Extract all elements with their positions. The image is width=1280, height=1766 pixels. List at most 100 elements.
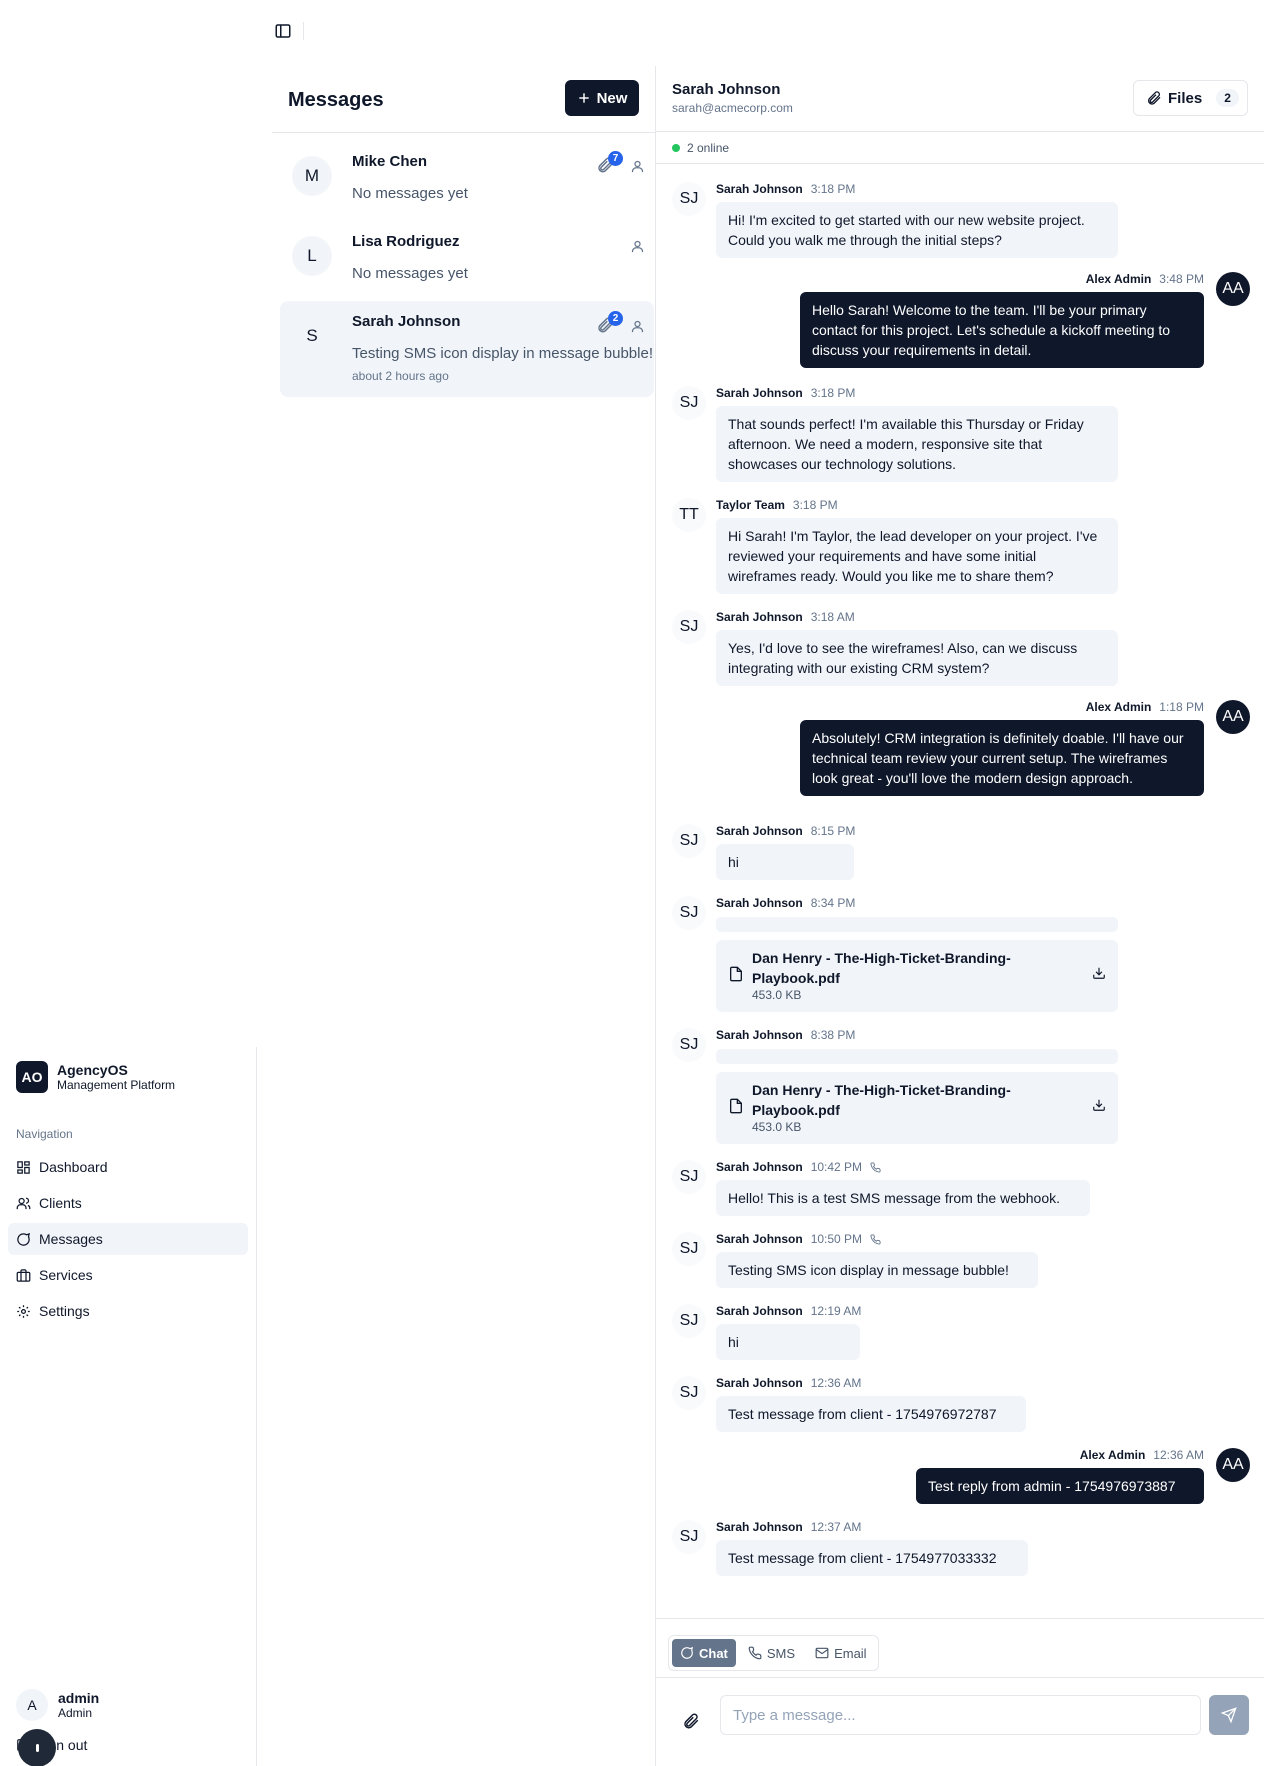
message-meta: Sarah Johnson 8:15 PM [716,824,855,838]
message-time: 8:38 PM [810,1028,856,1042]
message: SJ Sarah Johnson 12:37 AM Test message fr… [656,1520,1264,1576]
file-attachment[interactable]: Dan Henry - The-High-Ticket-Branding-Pla… [716,1072,1118,1144]
sidebar-item-messages[interactable]: Messages [8,1223,248,1255]
message-sender: Sarah Johnson [716,1376,803,1390]
message-icon [17,1232,30,1246]
new-conversation-button[interactable]: New [565,80,639,116]
avatar: M [292,156,332,196]
message-time: 8:15 PM [810,824,856,838]
file-icon [730,1098,742,1114]
conversation-name: Sarah Johnson [352,313,461,330]
sidebar-item-label: Services [39,1267,93,1283]
file-attachment[interactable]: Dan Henry - The-High-Ticket-Branding-Pla… [716,940,1118,1012]
message-time: 12:36 AM [810,1376,862,1390]
avatar: AA [1216,700,1250,734]
message: SJ Sarah Johnson 3:18 PM That sounds perf… [656,386,1264,486]
message-time: 3:18 PM [810,182,856,196]
avatar: SJ [672,1028,706,1062]
message-bubble: Test message from client - 1754976972787 [716,1396,1026,1432]
mode-sms-button[interactable]: SMS [740,1639,803,1667]
conversation-list-panel: Messages New M Mike Chen No messages yet… [272,66,656,1766]
gear-icon [17,1304,30,1318]
user-icon[interactable] [630,239,645,254]
message-time: 3:18 PM [792,498,838,512]
message-bubble: Absolutely! CRM integration is definitel… [800,720,1204,796]
message-meta: Sarah Johnson 3:18 AM [716,610,855,624]
avatar: SJ [672,182,706,216]
sidebar-item-services[interactable]: Services [8,1259,248,1291]
mode-email-button[interactable]: Email [807,1639,875,1667]
message-time: 12:37 AM [810,1520,862,1534]
sidebar-toggle-icon[interactable] [274,22,292,40]
brand-logo: AO [16,1061,48,1093]
sidebar-item-label: Clients [39,1195,82,1211]
message-bubble: Yes, I'd love to see the wireframes! Als… [716,630,1118,686]
paperclip-icon [1148,91,1161,105]
floating-action-button[interactable] [18,1729,56,1766]
message-bubble: Testing SMS icon display in message bubb… [716,1252,1038,1288]
mode-label: Email [834,1645,867,1661]
channel-mode-bar: Chat SMS Email [656,1618,1264,1678]
user-icon[interactable] [630,159,645,174]
sidebar-item-clients[interactable]: Clients [8,1187,248,1219]
message-sender: Alex Admin [1079,1448,1146,1462]
sidebar-nav: Dashboard Clients Messages Services Sett… [8,1151,248,1331]
message-bubble: Hello! This is a test SMS message from t… [716,1180,1090,1216]
sidebar-item-settings[interactable]: Settings [8,1295,248,1327]
message-sender: Sarah Johnson [716,1232,803,1246]
message-sender: Sarah Johnson [716,1028,803,1042]
briefcase-icon [16,1268,31,1282]
message: SJ Sarah Johnson 10:42 PM Hello! This is … [656,1160,1264,1216]
message-sender: Alex Admin [1085,272,1152,286]
conversation-list-header: Messages New [272,66,655,133]
user-icon[interactable] [630,319,645,334]
message-meta: Sarah Johnson 10:42 PM [716,1160,881,1174]
conversation-preview: Testing SMS icon display in message bubb… [352,345,653,362]
sidebar-item-dashboard[interactable]: Dashboard [8,1151,248,1183]
phone-icon [870,1161,881,1172]
brand-name: AgencyOS [57,1061,128,1078]
user-profile[interactable]: A admin Admin [16,1689,99,1721]
brand: AO AgencyOS Management Platform [16,1061,175,1093]
plus-icon [578,93,589,103]
file-count-badge: 2 [608,311,623,326]
message-sender: Sarah Johnson [716,386,803,400]
paperclip-icon[interactable] [682,1712,700,1730]
avatar: AA [1216,1448,1250,1482]
page-title: Messages [288,89,384,111]
avatar: SJ [672,896,706,930]
message-time: 3:18 AM [810,610,855,624]
message-time: 12:36 AM [1153,1448,1204,1462]
empty-message-bubble [716,917,1118,932]
avatar: SJ [672,1160,706,1194]
conversation-item-mike-chen[interactable]: M Mike Chen No messages yet 7 [280,141,654,221]
message-bubble: hi [716,1324,860,1360]
files-label: Files [1168,89,1203,107]
file-size: 453.0 KB [752,988,802,1002]
files-button[interactable]: Files 2 [1133,80,1248,116]
file-name: Dan Henry - The-High-Ticket-Branding-Pla… [752,1082,1011,1118]
sidebar-item-label: Messages [39,1231,103,1247]
download-icon[interactable] [1092,966,1106,980]
user-role: Admin [58,1706,93,1720]
floating-mark [35,1744,39,1752]
send-button[interactable] [1209,1695,1249,1735]
conversation-item-sarah-johnson[interactable]: S Sarah Johnson Testing SMS icon display… [280,301,654,397]
mode-label: Chat [699,1645,728,1661]
message-meta: Alex Admin 3:48 PM [1086,272,1204,286]
avatar: SJ [672,824,706,858]
toggle-divider [303,22,304,40]
message-sender: Sarah Johnson [716,896,803,910]
phone-icon [870,1233,881,1244]
message-input[interactable] [720,1695,1201,1735]
message-meta: Sarah Johnson 12:37 AM [716,1520,861,1534]
download-icon[interactable] [1092,1098,1106,1112]
message-meta: Sarah Johnson 3:18 PM [716,386,855,400]
mode-chat-button[interactable]: Chat [672,1639,736,1667]
avatar: A [16,1689,48,1721]
message-meta: Sarah Johnson 12:36 AM [716,1376,861,1390]
conversation-item-lisa-rodriguez[interactable]: L Lisa Rodriguez No messages yet [280,221,654,301]
empty-message-bubble [716,1049,1118,1064]
file-name: Dan Henry - The-High-Ticket-Branding-Pla… [752,950,1011,986]
message-bubble: Test reply from admin - 1754976973887 [916,1468,1204,1504]
